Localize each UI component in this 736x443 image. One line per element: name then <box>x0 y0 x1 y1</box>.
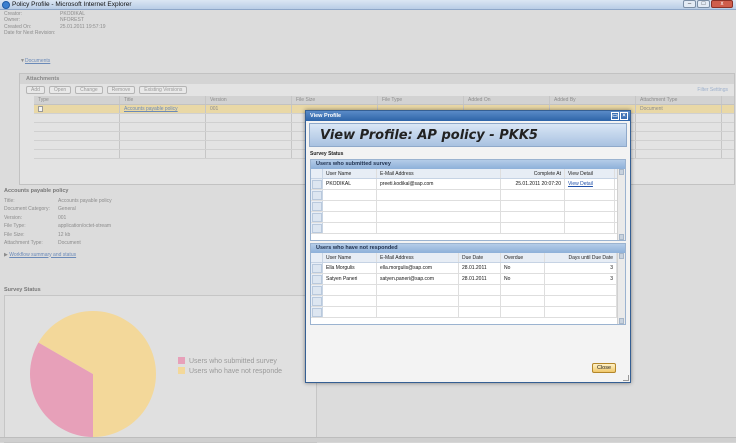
window-titlebar: Policy Profile - Microsoft Internet Expl… <box>0 0 736 10</box>
table-row <box>311 212 625 223</box>
documents-link[interactable]: Documents <box>25 58 50 64</box>
row-selector[interactable] <box>312 180 322 189</box>
col-added-on[interactable]: Added On <box>464 96 550 104</box>
col-attachment-type[interactable]: Attachment Type <box>636 96 722 104</box>
submitted-panel: Users who submitted survey User Name E-M… <box>310 159 626 241</box>
table-row <box>311 223 625 234</box>
col-file-type[interactable]: File Type <box>378 96 464 104</box>
attachment-title-link[interactable]: Accounts payable policy <box>120 105 206 113</box>
status-bar <box>0 437 736 442</box>
dialog-close-icon[interactable]: × <box>620 112 628 120</box>
table-row <box>311 296 625 307</box>
dialog-restore-icon[interactable]: ▭ <box>611 112 619 120</box>
survey-pie-chart <box>29 311 156 437</box>
col-title[interactable]: Title <box>120 96 206 104</box>
table-row[interactable]: Ella Morgulis ella.morgulis@sap.com 28.0… <box>311 263 625 274</box>
row-selector[interactable] <box>312 275 322 284</box>
minimize-button[interactable]: – <box>683 0 696 8</box>
submitted-title: Users who submitted survey <box>311 160 625 169</box>
table-row[interactable]: PKODIKAL preeti.kodikal@sap.com 25.01.20… <box>311 179 625 190</box>
window-title: Policy Profile - Microsoft Internet Expl… <box>12 1 132 8</box>
legend-swatch <box>178 357 185 364</box>
table-row <box>311 307 625 318</box>
maximize-button[interactable]: □ <box>697 0 710 8</box>
view-profile-dialog: View Profile ▭ × View Profile: AP policy… <box>305 110 631 383</box>
table-row[interactable]: Satyen Paneri satyen.paneri@sap.com 28.0… <box>311 274 625 285</box>
dialog-title: View Profile <box>310 113 342 119</box>
meta-next-revision: Date for Next Revision: <box>4 30 56 37</box>
survey-status-label: Survey Status <box>4 287 41 293</box>
table-header: User Name E-Mail Address Due Date Overdu… <box>311 253 625 263</box>
col-type[interactable]: Type <box>34 96 120 104</box>
attachments-toolbar: Add Open Change Remove Existing Versions… <box>20 84 734 96</box>
dialog-banner: View Profile: AP policy - PKK5 <box>309 123 627 147</box>
not-responded-table: User Name E-Mail Address Due Date Overdu… <box>311 253 625 318</box>
dialog-heading: View Profile: AP policy - PKK5 <box>320 128 538 143</box>
details-title: Accounts payable policy <box>4 188 69 194</box>
scrollbar[interactable] <box>617 169 625 240</box>
table-row <box>311 285 625 296</box>
window-controls: – □ x <box>683 0 733 8</box>
not-responded-panel: Users who have not responded User Name E… <box>310 243 626 325</box>
dialog-titlebar: View Profile ▭ × <box>306 111 630 121</box>
legend-item-not-responded: Users who have not responde <box>178 367 282 377</box>
attachments-title: Attachments <box>20 74 734 84</box>
section-label: Survey Status <box>310 151 344 157</box>
workflow-summary-link[interactable]: Workflow summary and status <box>9 252 76 258</box>
table-header: User Name E-Mail Address Complete At Vie… <box>311 169 625 179</box>
table-row <box>311 201 625 212</box>
change-button[interactable]: Change <box>75 86 103 94</box>
legend-swatch <box>178 367 185 374</box>
ie-logo-icon <box>2 1 10 9</box>
grid-header: Type Title Version File Size File Type A… <box>34 96 734 105</box>
view-detail-link[interactable]: View Detail <box>565 179 615 189</box>
col-version[interactable]: Version <box>206 96 292 104</box>
file-icon <box>38 105 43 112</box>
close-window-button[interactable]: x <box>711 0 733 8</box>
table-row <box>311 190 625 201</box>
chart-legend: Users who submitted survey Users who hav… <box>178 357 282 377</box>
col-added-by[interactable]: Added By <box>550 96 636 104</box>
col-file-size[interactable]: File Size <box>292 96 378 104</box>
legend-item-submitted: Users who submitted survey <box>178 357 282 367</box>
submitted-table: User Name E-Mail Address Complete At Vie… <box>311 169 625 234</box>
remove-button[interactable]: Remove <box>106 86 136 94</box>
scrollbar[interactable] <box>617 253 625 324</box>
add-button[interactable]: Add <box>26 86 45 94</box>
row-selector[interactable] <box>312 264 322 273</box>
document-details: Accounts payable policy Title: Accounts p… <box>4 188 112 258</box>
object-meta: Creator: PKODIKAL Owner: NFOREST Created O… <box>4 11 106 37</box>
close-button[interactable]: Close <box>592 363 616 373</box>
filter-settings-link[interactable]: Filter Settings <box>697 87 728 93</box>
not-responded-title: Users who have not responded <box>311 244 625 253</box>
open-button[interactable]: Open <box>48 86 72 94</box>
existing-versions-button[interactable]: Existing Versions <box>139 86 188 94</box>
resize-handle[interactable] <box>623 375 629 381</box>
